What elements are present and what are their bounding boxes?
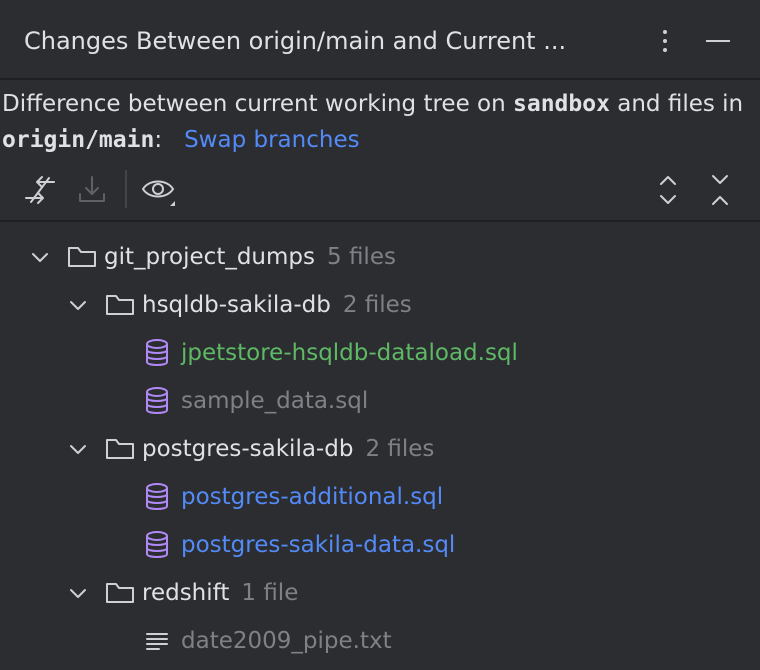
- folder-name: postgres-sakila-db: [142, 436, 354, 462]
- tree-row-file[interactable]: postgres-sakila-data.sql: [0, 521, 760, 569]
- folder-label: redshift 1 file: [142, 577, 298, 609]
- folder-name: hsqldb-sakila-db: [142, 292, 331, 318]
- file-name: postgres-sakila-data.sql: [181, 532, 456, 558]
- chevron-down-icon[interactable]: [30, 247, 50, 267]
- database-icon: [146, 339, 168, 366]
- tree-row-root-folder[interactable]: git_project_dumps 5 files: [0, 233, 760, 281]
- folder-icon: [68, 247, 96, 267]
- file-name: jpetstore-hsqldb-dataload.sql: [181, 340, 518, 366]
- eye-icon[interactable]: [140, 172, 176, 208]
- text-file-icon: [146, 633, 168, 650]
- branch-description: Difference between current working tree …: [2, 86, 752, 158]
- file-name: sample_data.sql: [181, 388, 369, 414]
- download-icon[interactable]: [74, 172, 110, 208]
- file-count: 5 files: [327, 244, 396, 270]
- panel-title: Changes Between origin/main and Current …: [24, 27, 567, 55]
- chevron-down-icon[interactable]: [68, 439, 88, 459]
- folder-label: hsqldb-sakila-db 2 files: [142, 289, 412, 321]
- tree-row-file[interactable]: date2009_pipe.txt: [0, 617, 760, 665]
- file-count: 1 file: [241, 580, 299, 606]
- minimize-icon[interactable]: [704, 26, 732, 56]
- swap-branches-link[interactable]: Swap branches: [184, 127, 360, 153]
- file-name: date2009_pipe.txt: [181, 628, 392, 654]
- target-branch-name: origin/main: [2, 127, 155, 153]
- tree-row-folder[interactable]: postgres-sakila-db 2 files: [0, 425, 760, 473]
- database-icon: [146, 483, 168, 510]
- tree-row-folder[interactable]: hsqldb-sakila-db 2 files: [0, 281, 760, 329]
- compare-arrows-icon[interactable]: [22, 172, 58, 208]
- collapse-all-icon[interactable]: [702, 172, 738, 208]
- folder-name: redshift: [142, 580, 230, 606]
- database-icon: [146, 387, 168, 414]
- toolbar: [0, 160, 760, 222]
- folder-name: git_project_dumps: [104, 244, 315, 270]
- toolbar-separator: [125, 170, 127, 208]
- tree-row-file[interactable]: postgres-additional.sql: [0, 473, 760, 521]
- folder-icon: [106, 295, 134, 315]
- tree-row-file[interactable]: sample_data.sql: [0, 377, 760, 425]
- description-prefix: Difference between current working tree …: [2, 91, 514, 117]
- file-name: postgres-additional.sql: [181, 484, 444, 510]
- file-count: 2 files: [365, 436, 435, 462]
- description-middle: and files in: [609, 91, 744, 117]
- description-suffix: :: [154, 127, 163, 153]
- title-bar: Changes Between origin/main and Current …: [0, 0, 760, 80]
- file-count: 2 files: [342, 292, 412, 318]
- folder-icon: [106, 583, 134, 603]
- folder-label: postgres-sakila-db 2 files: [142, 433, 434, 465]
- database-icon: [146, 531, 168, 558]
- folder-icon: [106, 439, 134, 459]
- more-options-icon[interactable]: [654, 26, 676, 56]
- expand-all-icon[interactable]: [650, 172, 686, 208]
- chevron-down-icon[interactable]: [68, 583, 88, 603]
- root-folder-label: git_project_dumps 5 files: [104, 241, 396, 273]
- tree-row-file[interactable]: jpetstore-hsqldb-dataload.sql: [0, 329, 760, 377]
- tree-row-folder[interactable]: redshift 1 file: [0, 569, 760, 617]
- current-branch-name: sandbox: [513, 91, 610, 117]
- changes-panel: Changes Between origin/main and Current …: [0, 0, 760, 670]
- chevron-down-icon[interactable]: [68, 295, 88, 315]
